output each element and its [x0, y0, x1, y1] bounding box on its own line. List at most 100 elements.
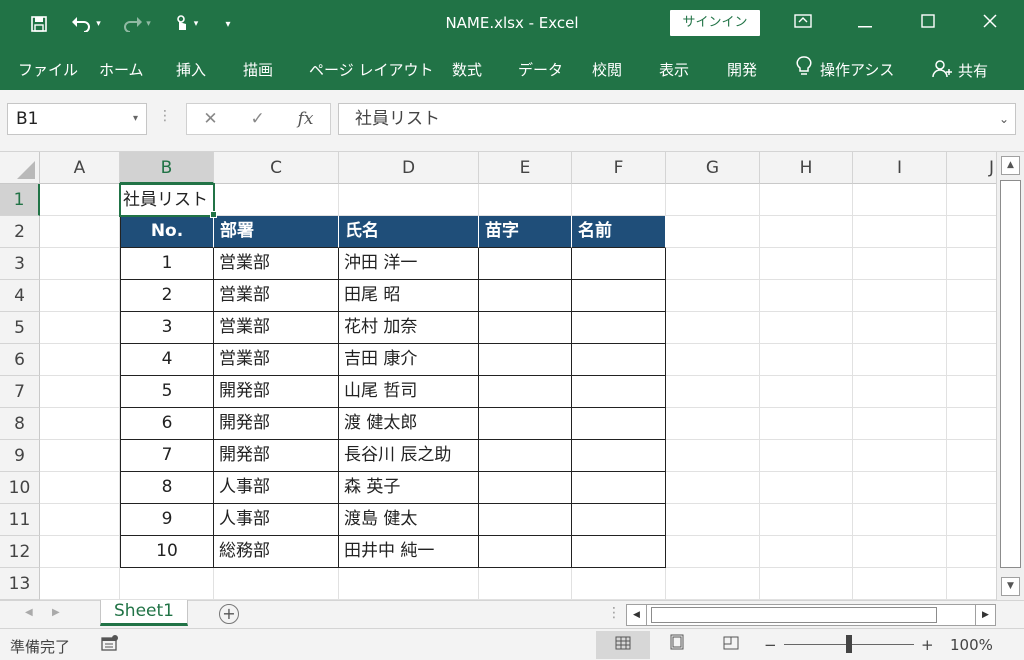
tab-review[interactable]: 校閲: [592, 59, 622, 80]
page-break-view-icon[interactable]: [704, 631, 758, 659]
cell-surname[interactable]: [479, 248, 572, 280]
cell-surname[interactable]: [479, 344, 572, 376]
tab-developer[interactable]: 開発: [727, 59, 757, 80]
scroll-right-icon[interactable]: ▶: [975, 605, 995, 625]
cell-name[interactable]: 渡 健太郎: [339, 408, 479, 440]
header-cell-name[interactable]: 氏名: [339, 216, 479, 248]
cell-surname[interactable]: [479, 312, 572, 344]
cell-name[interactable]: 長谷川 辰之助: [339, 440, 479, 472]
tab-splitter[interactable]: ⋮: [607, 605, 621, 621]
cell-surname[interactable]: [479, 376, 572, 408]
cell-given-name[interactable]: [572, 504, 666, 536]
cell-department[interactable]: 総務部: [214, 536, 339, 568]
cell-name[interactable]: 吉田 康介: [339, 344, 479, 376]
cell-name[interactable]: 山尾 哲司: [339, 376, 479, 408]
tab-view[interactable]: 表示: [659, 59, 689, 80]
name-box[interactable]: B1 ▾: [7, 103, 147, 135]
cell-given-name[interactable]: [572, 440, 666, 472]
cell-no[interactable]: 4: [120, 344, 214, 376]
maximize-icon[interactable]: [913, 10, 943, 36]
cell-name[interactable]: 花村 加奈: [339, 312, 479, 344]
cell-name[interactable]: 沖田 洋一: [339, 248, 479, 280]
macro-record-icon[interactable]: [101, 635, 119, 655]
sheet-prev-icon[interactable]: ◀: [25, 607, 33, 618]
worksheet-grid[interactable]: A B C D E F G H I J 1 2 3 4 5 6 7 8 9 10…: [0, 152, 1024, 600]
cell-department[interactable]: 営業部: [214, 312, 339, 344]
cell-no[interactable]: 10: [120, 536, 214, 568]
cell-b1[interactable]: 社員リスト: [119, 183, 215, 217]
share-button[interactable]: 共有: [932, 58, 988, 82]
chevron-down-icon[interactable]: ▾: [133, 104, 138, 134]
cell-department[interactable]: 営業部: [214, 280, 339, 312]
tab-page-layout[interactable]: ページ レイアウト: [309, 59, 433, 80]
header-cell-no[interactable]: No.: [120, 216, 214, 248]
tab-data[interactable]: データ: [518, 59, 563, 80]
cell-department[interactable]: 営業部: [214, 248, 339, 280]
fill-handle[interactable]: [210, 211, 217, 218]
cell-surname[interactable]: [479, 408, 572, 440]
zoom-out-button[interactable]: −: [764, 636, 777, 654]
header-cell-given-name[interactable]: 名前: [572, 216, 666, 248]
cell-no[interactable]: 5: [120, 376, 214, 408]
tab-formulas[interactable]: 数式: [452, 59, 482, 80]
scroll-down-icon[interactable]: ▼: [1001, 577, 1020, 596]
tab-home[interactable]: ホーム: [99, 59, 144, 80]
cell-department[interactable]: 人事部: [214, 504, 339, 536]
tab-draw[interactable]: 描画: [243, 59, 273, 80]
zoom-slider-handle[interactable]: [846, 635, 852, 653]
signin-button[interactable]: サインイン: [670, 10, 760, 36]
expand-formula-icon[interactable]: ⌄: [999, 104, 1009, 134]
cell-given-name[interactable]: [572, 312, 666, 344]
close-icon[interactable]: [975, 10, 1005, 36]
cell-no[interactable]: 6: [120, 408, 214, 440]
scroll-left-icon[interactable]: ◀: [627, 605, 647, 625]
formula-input[interactable]: 社員リスト ⌄: [338, 103, 1016, 135]
cell-surname[interactable]: [479, 280, 572, 312]
page-layout-view-icon[interactable]: [650, 631, 704, 659]
cell-given-name[interactable]: [572, 376, 666, 408]
ribbon-display-options-icon[interactable]: [788, 10, 818, 36]
cell-no[interactable]: 1: [120, 248, 214, 280]
cell-name[interactable]: 田井中 純一: [339, 536, 479, 568]
formula-bar-splitter[interactable]: ⋮: [158, 108, 172, 124]
insert-function-button[interactable]: fx: [298, 109, 314, 129]
enter-icon[interactable]: ✓: [251, 109, 265, 129]
cell-given-name[interactable]: [572, 536, 666, 568]
minimize-icon[interactable]: [850, 10, 880, 36]
cell-given-name[interactable]: [572, 472, 666, 504]
cell-department[interactable]: 開発部: [214, 376, 339, 408]
vertical-scrollbar[interactable]: ▲ ▼: [996, 152, 1024, 600]
cell-surname[interactable]: [479, 536, 572, 568]
cell-given-name[interactable]: [572, 248, 666, 280]
zoom-level[interactable]: 100%: [950, 636, 993, 654]
horizontal-scrollbar[interactable]: ◀ ▶: [626, 604, 996, 626]
scroll-up-icon[interactable]: ▲: [1001, 156, 1020, 175]
cell-surname[interactable]: [479, 440, 572, 472]
cell-name[interactable]: 森 英子: [339, 472, 479, 504]
cell-name[interactable]: 田尾 昭: [339, 280, 479, 312]
cell-surname[interactable]: [479, 472, 572, 504]
header-cell-surname[interactable]: 苗字: [479, 216, 572, 248]
vertical-scroll-thumb[interactable]: [1000, 180, 1021, 568]
cell-no[interactable]: 9: [120, 504, 214, 536]
cell-department[interactable]: 営業部: [214, 344, 339, 376]
cancel-icon[interactable]: ✕: [203, 109, 217, 129]
tab-file[interactable]: ファイル: [18, 59, 78, 80]
cell-no[interactable]: 7: [120, 440, 214, 472]
cell-department[interactable]: 開発部: [214, 408, 339, 440]
cell-surname[interactable]: [479, 504, 572, 536]
cell-given-name[interactable]: [572, 280, 666, 312]
cell-name[interactable]: 渡島 健太: [339, 504, 479, 536]
cell-department[interactable]: 人事部: [214, 472, 339, 504]
tab-insert[interactable]: 挿入: [176, 59, 206, 80]
cell-no[interactable]: 3: [120, 312, 214, 344]
cell-given-name[interactable]: [572, 408, 666, 440]
cell-given-name[interactable]: [572, 344, 666, 376]
sheet-next-icon[interactable]: ▶: [52, 607, 60, 618]
zoom-in-button[interactable]: +: [921, 636, 934, 654]
sheet-tab-sheet1[interactable]: Sheet1: [100, 600, 188, 626]
tell-me-search[interactable]: 操作アシス: [796, 56, 894, 82]
cell-department[interactable]: 開発部: [214, 440, 339, 472]
cell-no[interactable]: 8: [120, 472, 214, 504]
cell-no[interactable]: 2: [120, 280, 214, 312]
